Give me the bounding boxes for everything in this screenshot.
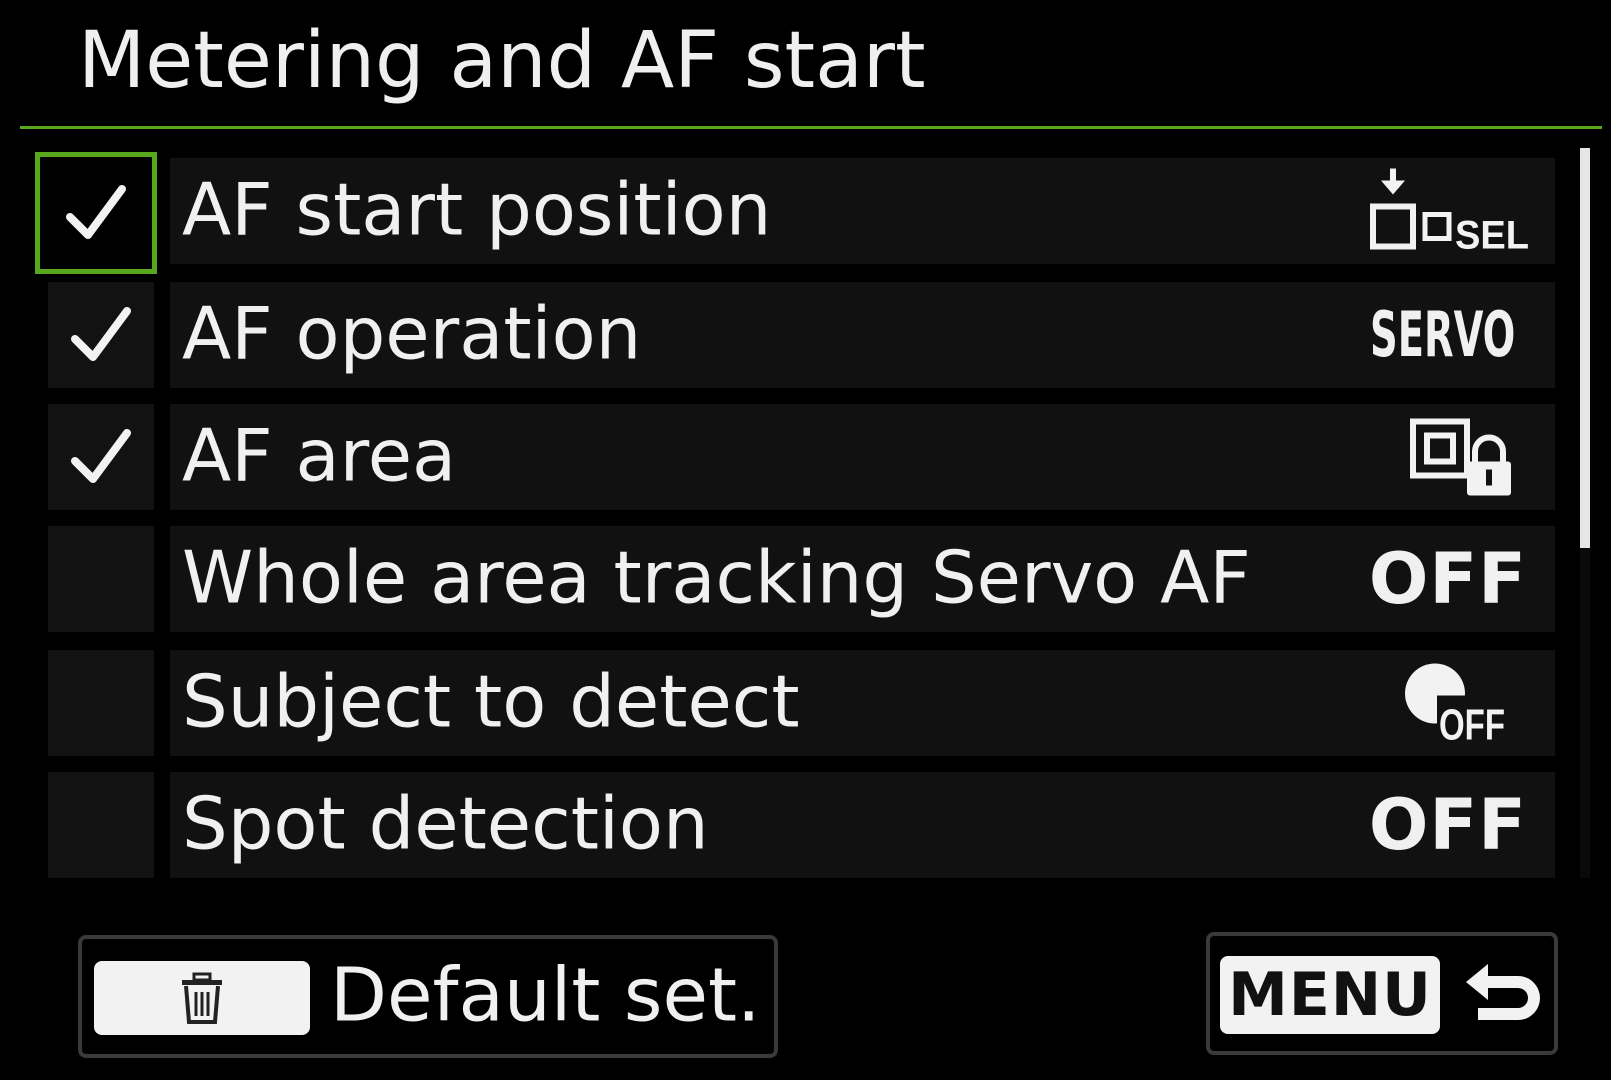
checkbox-af-area[interactable] [48, 404, 154, 510]
list-item-af-start-position[interactable]: AF start position SEL [0, 152, 1560, 274]
check-icon [71, 429, 131, 483]
whole-area-tracking-value: OFF [1369, 544, 1527, 614]
default-set-button[interactable]: Default set. [78, 935, 778, 1058]
return-arrow-icon [1466, 964, 1540, 1020]
checkbox-af-operation[interactable] [48, 282, 154, 388]
title-divider [20, 126, 1602, 129]
checkbox-whole-area-tracking[interactable] [48, 526, 154, 632]
item-label: AF area [182, 413, 457, 498]
item-label: AF start position [182, 167, 772, 252]
checkbox-spot-detection[interactable] [48, 772, 154, 878]
spot-detection-value: OFF [1369, 790, 1527, 860]
page-title: Metering and AF start [78, 16, 926, 106]
item-label: Whole area tracking Servo AF [182, 535, 1251, 620]
item-label: Spot detection [182, 781, 709, 866]
trash-icon [182, 972, 222, 1024]
check-icon [66, 185, 126, 239]
af-start-position-sel-icon: SEL [1363, 165, 1533, 258]
svg-text:SEL: SEL [1455, 214, 1529, 255]
list-item-af-area[interactable]: AF area [0, 404, 1560, 512]
off-value-text: OFF [1368, 784, 1527, 866]
trash-key [94, 961, 310, 1035]
check-icon [71, 307, 131, 361]
checkbox-subject-to-detect[interactable] [48, 650, 154, 756]
af-operation-value: SERVO [1281, 304, 1515, 366]
af-area-lock-icon [1407, 414, 1517, 501]
off-value-text: OFF [1368, 538, 1527, 620]
list-item-subject-to-detect[interactable]: Subject to detect OFF [0, 650, 1560, 758]
list-item-whole-area-tracking[interactable]: Whole area tracking Servo AF OFF [0, 526, 1560, 634]
list-item-af-operation[interactable]: AF operation SERVO [0, 282, 1560, 390]
menu-key: MENU [1220, 956, 1440, 1034]
scrollbar-thumb[interactable] [1580, 148, 1590, 548]
item-label: AF operation [182, 291, 642, 376]
servo-value-text: SERVO [1369, 298, 1515, 371]
menu-return-button[interactable]: MENU [1206, 932, 1558, 1055]
subject-detect-off-icon: OFF [1401, 660, 1511, 750]
svg-text:OFF: OFF [1439, 701, 1505, 744]
default-set-label: Default set. [330, 952, 761, 1039]
checkbox-af-start-position[interactable] [35, 152, 157, 274]
list-item-spot-detection[interactable]: Spot detection OFF [0, 772, 1560, 880]
item-label: Subject to detect [182, 659, 800, 744]
